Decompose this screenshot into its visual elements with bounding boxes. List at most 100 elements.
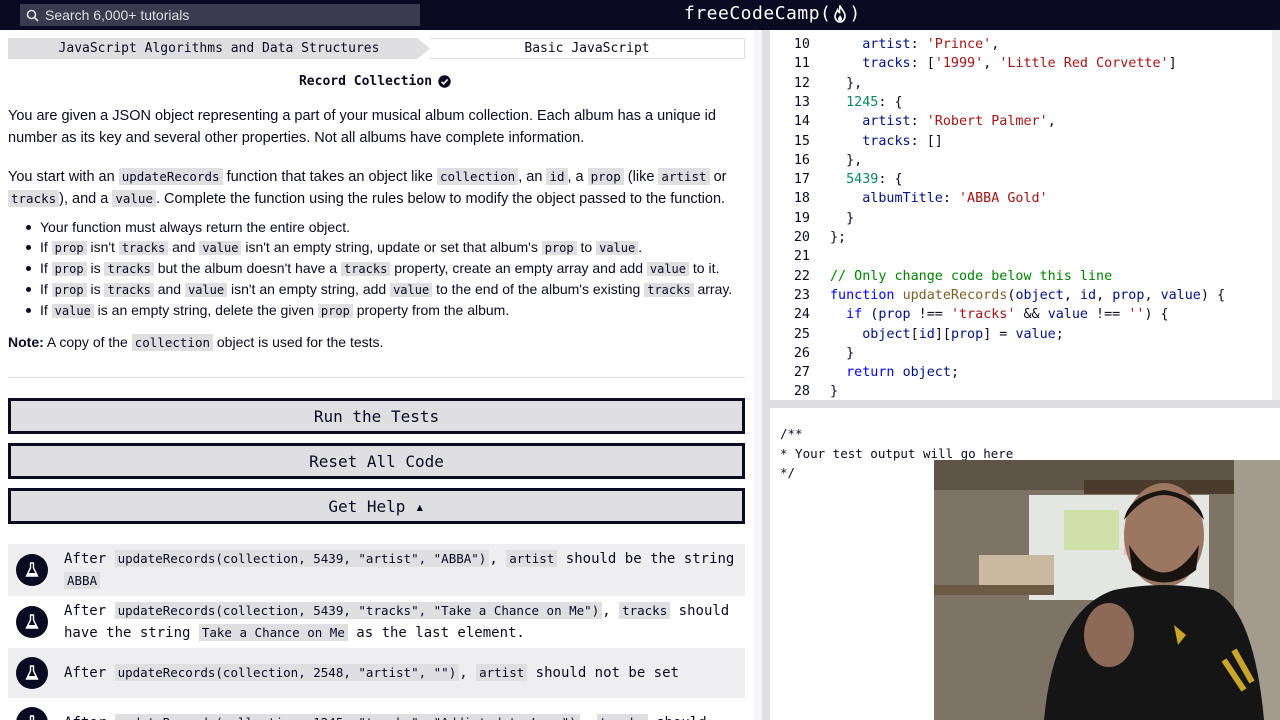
description-paragraph-1: You are given a JSON object representing… xyxy=(8,108,716,146)
code-text: 5439: { xyxy=(846,172,903,188)
code-line[interactable]: 15 tracks: [] xyxy=(770,132,1280,151)
inline-code: prop xyxy=(587,168,624,185)
code-line[interactable]: 18 albumTitle: 'ABBA Gold' xyxy=(770,189,1280,208)
code-text: object[id][prop] = value; xyxy=(862,326,1064,342)
code-line[interactable]: 27 return object; xyxy=(770,363,1280,382)
editor-scrollbar[interactable] xyxy=(1272,30,1280,400)
code-line[interactable]: 11 tracks: ['1999', 'Little Red Corvette… xyxy=(770,54,1280,73)
test-text: After updateRecords(collection, 1245, "t… xyxy=(64,712,745,720)
test-item: After updateRecords(collection, 5439, "t… xyxy=(8,596,745,648)
inline-code: collection xyxy=(436,168,519,185)
inline-code: tracks xyxy=(8,190,60,207)
rule-item: If prop is tracks and value isn't an emp… xyxy=(24,279,748,300)
search-bar[interactable]: Search 6,000+ tutorials xyxy=(20,4,420,26)
code-line[interactable]: 21 xyxy=(770,247,1280,266)
editor-console-resizer[interactable] xyxy=(770,400,1280,408)
line-number: 12 xyxy=(793,75,810,91)
line-number: 23 xyxy=(793,287,810,303)
note: Note: A copy of the collection object is… xyxy=(8,334,384,351)
code-line[interactable]: 16 }, xyxy=(770,151,1280,170)
code-line[interactable]: 12 }, xyxy=(770,74,1280,93)
code-text: artist: 'Robert Palmer', xyxy=(862,114,1056,130)
code-line[interactable]: 14 artist: 'Robert Palmer', xyxy=(770,112,1280,131)
top-nav: Search 6,000+ tutorials freeCodeCamp( ) xyxy=(0,0,1280,30)
inline-code: updateRecords xyxy=(118,168,223,185)
code-text: tracks: [] xyxy=(862,133,943,149)
code-line[interactable]: 20}; xyxy=(770,228,1280,247)
code-text: if (prop !== 'tracks' && value !== '') { xyxy=(846,307,1169,323)
code-text: } xyxy=(830,384,839,400)
breadcrumb-block[interactable]: Basic JavaScript xyxy=(430,38,745,59)
code-text: // Only change code below this line xyxy=(830,268,1113,284)
search-placeholder: Search 6,000+ tutorials xyxy=(45,7,190,23)
pane-resizer[interactable] xyxy=(762,30,770,720)
reset-code-button[interactable]: Reset All Code xyxy=(8,443,745,479)
code-line[interactable]: 10 artist: 'Prince', xyxy=(770,35,1280,54)
challenge-title-text: Record Collection xyxy=(298,74,433,89)
code-line[interactable]: 23 function updateRecords(object, id, pro… xyxy=(770,286,1280,305)
code-line[interactable]: 24 if (prop !== 'tracks' && value !== ''… xyxy=(770,305,1280,324)
line-number: 27 xyxy=(793,365,810,381)
flask-icon xyxy=(16,707,48,720)
breadcrumb-superblock[interactable]: JavaScript Algorithms and Data Structure… xyxy=(8,38,430,59)
code-line[interactable]: 28} xyxy=(770,382,1280,400)
line-number: 20 xyxy=(793,230,810,245)
rule-item: Your function must always return the ent… xyxy=(24,217,748,237)
rule-item: If prop is tracks but the album doesn't … xyxy=(24,258,748,279)
inline-code: id xyxy=(546,168,568,185)
code-editor[interactable]: 10 artist: 'Prince', 11 tracks: ['1999', … xyxy=(770,30,1280,400)
webcam-overlay xyxy=(934,460,1280,720)
brand-text: freeCodeCamp( xyxy=(684,3,832,24)
line-number: 26 xyxy=(793,345,810,361)
code-text: tracks: ['1999', 'Little Red Corvette'] xyxy=(862,56,1177,72)
challenge-title: Record Collection xyxy=(0,74,750,89)
code-text: artist: 'Prince', xyxy=(862,37,1000,52)
brand-text-end: ) xyxy=(849,3,861,24)
rule-item: If value is an empty string, delete the … xyxy=(24,300,748,321)
code-line[interactable]: 26 } xyxy=(770,344,1280,363)
run-tests-button[interactable]: Run the Tests xyxy=(8,398,745,434)
code-line[interactable]: 25 object[id][prop] = value; xyxy=(770,325,1280,344)
line-number: 18 xyxy=(793,191,810,207)
code-line[interactable]: 17 5439: { xyxy=(770,170,1280,189)
flask-icon xyxy=(16,554,48,586)
line-number: 15 xyxy=(793,133,810,149)
code-text: }, xyxy=(830,75,863,91)
instructions-scrollbar[interactable] xyxy=(754,30,762,720)
test-item: After updateRecords(collection, 1245, "t… xyxy=(8,698,745,720)
rules-list: Your function must always return the ent… xyxy=(24,217,748,321)
code-line[interactable]: 13 1245: { xyxy=(770,93,1280,112)
test-item: After updateRecords(collection, 2548, "a… xyxy=(8,648,745,698)
code-text: }, xyxy=(830,152,863,168)
code-text: } xyxy=(830,345,863,361)
line-number: 19 xyxy=(793,210,810,226)
test-text: After updateRecords(collection, 5439, "a… xyxy=(64,550,735,589)
challenge-description: You are given a JSON object representing… xyxy=(8,105,748,354)
brand-logo[interactable]: freeCodeCamp( ) xyxy=(684,3,861,24)
code-text: } xyxy=(830,210,855,226)
line-number: 11 xyxy=(793,56,810,72)
webcam-picture xyxy=(934,460,1280,720)
test-text: After updateRecords(collection, 5439, "t… xyxy=(64,602,730,641)
get-help-button[interactable]: Get Help ▴ xyxy=(8,488,745,524)
flask-icon xyxy=(16,606,48,638)
line-number: 16 xyxy=(793,152,810,168)
rule-item: If prop isn't tracks and value isn't an … xyxy=(24,237,748,258)
description-paragraph-2: You start with an updateRecords function… xyxy=(8,168,727,207)
breadcrumb: JavaScript Algorithms and Data Structure… xyxy=(8,38,745,59)
line-number: 28 xyxy=(793,384,810,400)
code-text: 1245: { xyxy=(846,94,903,110)
line-number: 21 xyxy=(793,249,810,265)
inline-code: value xyxy=(112,190,156,207)
test-list: After updateRecords(collection, 5439, "a… xyxy=(8,544,745,720)
code-text: }; xyxy=(830,230,847,245)
divider xyxy=(8,377,745,378)
flask-icon xyxy=(16,657,48,689)
check-circle-icon xyxy=(438,75,451,88)
test-text: After updateRecords(collection, 2548, "a… xyxy=(64,664,679,681)
code-line[interactable]: 22 // Only change code below this line xyxy=(770,267,1280,286)
line-number: 25 xyxy=(793,326,810,342)
code-line[interactable]: 19 } xyxy=(770,209,1280,228)
search-icon xyxy=(26,9,39,22)
test-item: After updateRecords(collection, 5439, "a… xyxy=(8,544,745,596)
